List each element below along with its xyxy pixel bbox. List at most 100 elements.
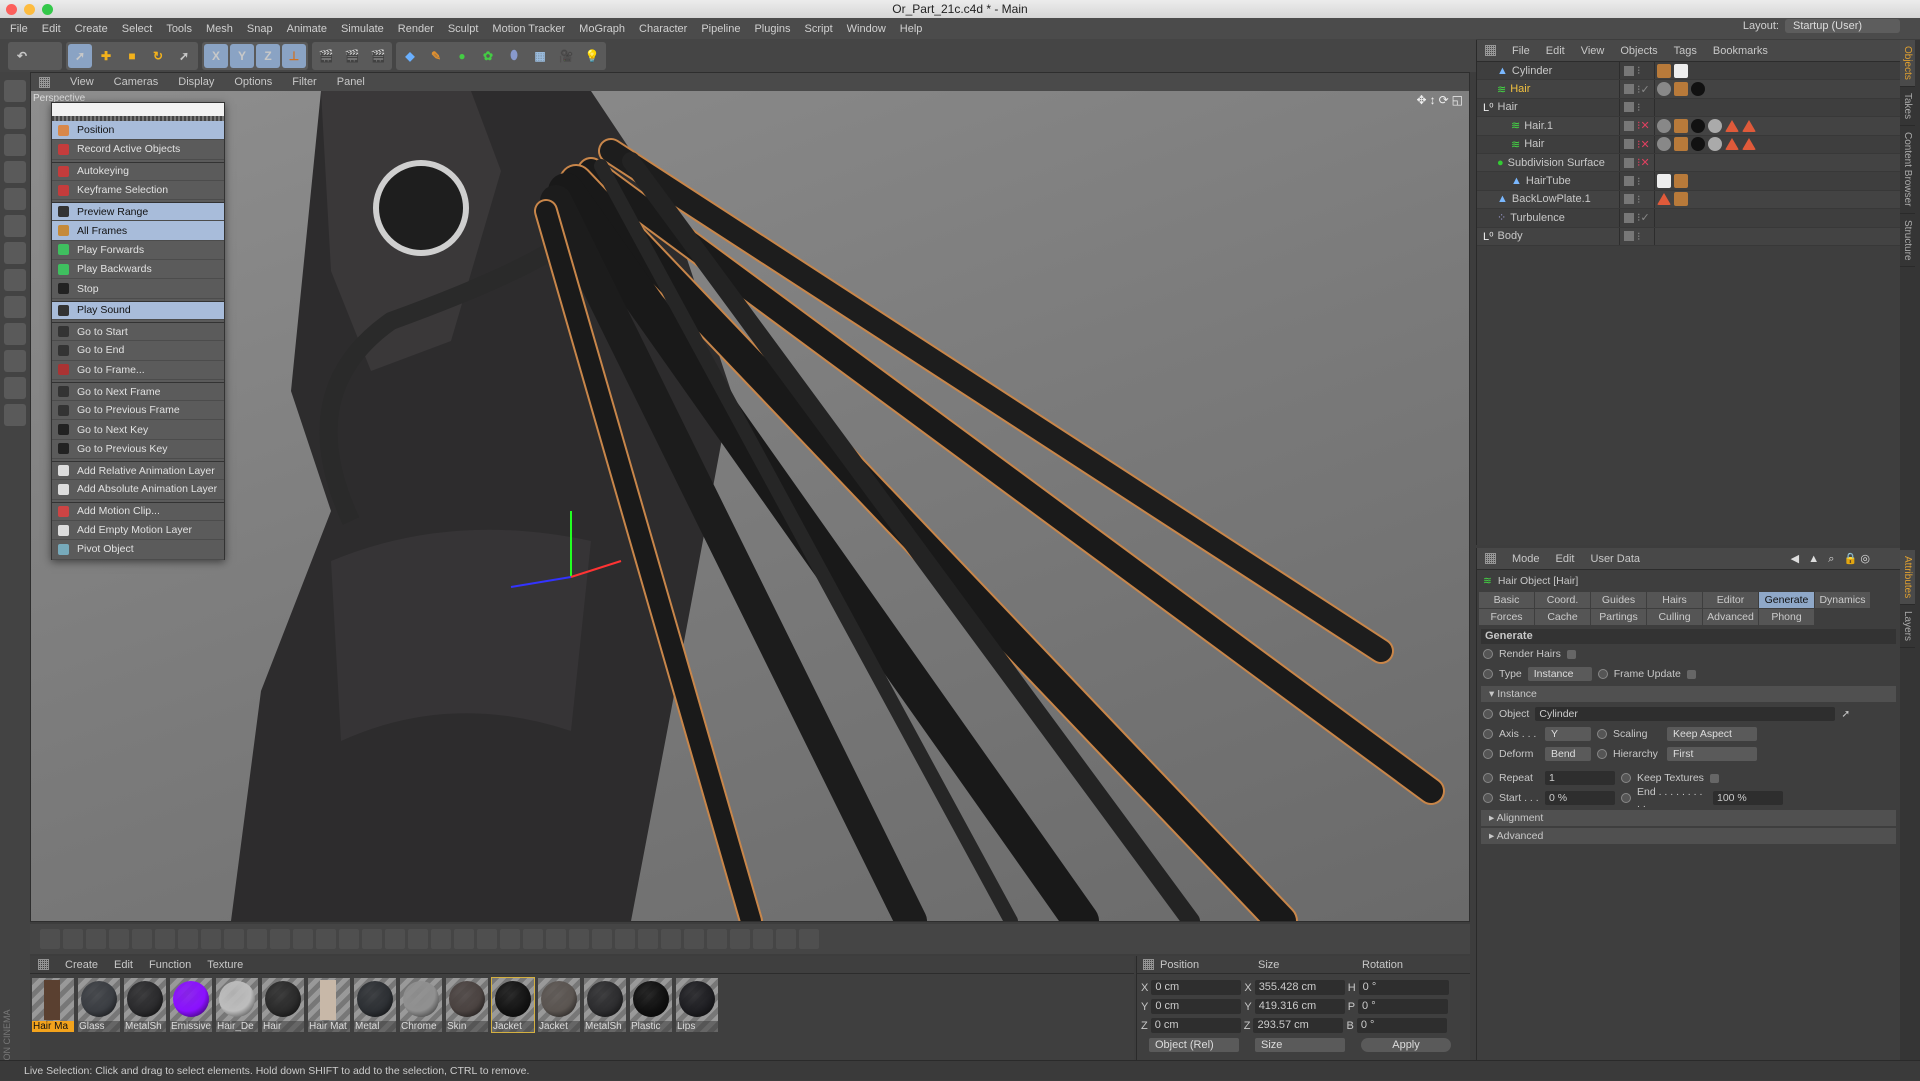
hierarchy-dropdown[interactable]: First: [1667, 747, 1757, 761]
menu-tools[interactable]: Tools: [166, 23, 192, 35]
menu-simulate[interactable]: Simulate: [341, 23, 384, 35]
timeline-tool-icon[interactable]: [362, 929, 382, 949]
menu-mograph[interactable]: MoGraph: [579, 23, 625, 35]
side-tab-layers[interactable]: Layers: [1900, 605, 1915, 649]
palette-title-bar[interactable]: [52, 103, 224, 116]
material-swatch[interactable]: Metal: [354, 978, 396, 1032]
menu-item-autokeying[interactable]: Autokeying: [52, 161, 224, 181]
attributes-menu-mode[interactable]: Mode: [1512, 553, 1540, 565]
timeline-tool-icon[interactable]: [132, 929, 152, 949]
visibility-cell[interactable]: ⁝✕: [1619, 135, 1655, 153]
checker-tag-icon[interactable]: [1657, 174, 1671, 189]
points-mode-icon[interactable]: [4, 188, 26, 210]
material-swatch[interactable]: Jacket: [491, 977, 535, 1033]
timeline-tool-icon[interactable]: [500, 929, 520, 949]
material-swatch[interactable]: Hair Ma: [32, 978, 74, 1032]
scaling-dropdown[interactable]: Keep Aspect: [1667, 727, 1757, 741]
timeline-tool-icon[interactable]: [109, 929, 129, 949]
advanced-group-toggle[interactable]: ▸ Advanced: [1481, 828, 1896, 844]
tab-hairs[interactable]: Hairs: [1647, 592, 1702, 608]
timeline-tool-icon[interactable]: [523, 929, 543, 949]
layout-dropdown[interactable]: Startup (User): [1785, 19, 1900, 33]
position-z-field[interactable]: 0 cm: [1150, 1018, 1241, 1033]
visibility-cell[interactable]: ⁝: [1619, 190, 1655, 209]
timeline-tool-icon[interactable]: [661, 929, 681, 949]
render-view-icon[interactable]: 🎬: [314, 44, 338, 68]
editor-visibility-icon[interactable]: [1624, 231, 1634, 242]
animate-radio[interactable]: [1597, 749, 1607, 759]
animate-radio[interactable]: [1483, 709, 1493, 719]
tab-guides[interactable]: Guides: [1591, 592, 1646, 608]
menu-script[interactable]: Script: [805, 23, 833, 35]
timeline-tool-icon[interactable]: [454, 929, 474, 949]
object-row-body[interactable]: L⁰ Body ⁝: [1477, 227, 1900, 246]
black-material-tag-icon[interactable]: [1691, 137, 1705, 152]
tab-advanced[interactable]: Advanced: [1703, 609, 1758, 625]
triangle-tag-icon[interactable]: [1742, 119, 1756, 132]
menu-item-go-to-previous-key[interactable]: Go to Previous Key: [52, 440, 224, 460]
timeline-tool-icon[interactable]: [40, 929, 60, 949]
phong-tag-icon[interactable]: [1674, 192, 1688, 207]
animate-radio[interactable]: [1483, 669, 1493, 679]
apply-button[interactable]: Apply: [1361, 1037, 1451, 1052]
orbit-icon[interactable]: ⟳: [1439, 93, 1449, 107]
keep-textures-checkbox[interactable]: [1709, 773, 1719, 783]
objects-menu-objects[interactable]: Objects: [1620, 45, 1657, 57]
objects-menu-file[interactable]: File: [1512, 45, 1530, 57]
menu-snap[interactable]: Snap: [247, 23, 273, 35]
tab-basic[interactable]: Basic: [1479, 592, 1534, 608]
close-window-button[interactable]: [6, 4, 17, 15]
timeline-tool-icon[interactable]: [86, 929, 106, 949]
side-tab-objects[interactable]: Objects: [1900, 40, 1915, 87]
triangle-tag-icon[interactable]: [1742, 138, 1756, 151]
render-visibility-icon[interactable]: ⁝✕: [1637, 156, 1650, 169]
hair-mode-icon[interactable]: [4, 404, 26, 426]
side-tab-attributes[interactable]: Attributes: [1900, 550, 1915, 606]
material-swatch[interactable]: Glass: [78, 978, 120, 1032]
cube-icon[interactable]: ◆: [398, 44, 422, 68]
visibility-cell[interactable]: ⁝: [1619, 98, 1655, 117]
3d-viewport[interactable]: Perspective ✥ ↕ ⟳ ◱: [31, 91, 1469, 921]
gray-material-tag-icon[interactable]: [1708, 137, 1722, 152]
menu-item-play-sound[interactable]: Play Sound: [52, 300, 224, 320]
menu-item-record-active-objects[interactable]: Record Active Objects: [52, 140, 224, 160]
visibility-cell[interactable]: ⁝: [1619, 227, 1655, 245]
menu-item-play-forwards[interactable]: Play Forwards: [52, 241, 224, 261]
phong-tag-icon[interactable]: [1674, 118, 1688, 133]
menu-item-add-motion-clip[interactable]: Add Motion Clip...: [52, 501, 224, 521]
timeline-tool-icon[interactable]: [684, 929, 704, 949]
viewport-menu-options[interactable]: Options: [234, 76, 272, 88]
timeline-tool-icon[interactable]: [615, 929, 635, 949]
menu-item-add-empty-motion-layer[interactable]: Add Empty Motion Layer: [52, 521, 224, 541]
attributes-menu-edit[interactable]: Edit: [1556, 553, 1575, 565]
material-swatch[interactable]: Skin: [446, 978, 488, 1032]
animate-radio[interactable]: [1621, 793, 1631, 803]
triangle-tag-icon[interactable]: [1725, 138, 1739, 151]
maximize-view-icon[interactable]: ◱: [1452, 93, 1463, 107]
object-row-backlowplate-1[interactable]: ▲ BackLowPlate.1 ⁝: [1477, 190, 1900, 210]
timeline-tool-icon[interactable]: [546, 929, 566, 949]
tab-culling[interactable]: Culling: [1647, 609, 1702, 625]
object-row-hair[interactable]: L⁰ Hair ⁝: [1477, 98, 1900, 118]
triangle-tag-icon[interactable]: [1725, 119, 1739, 132]
visibility-cell[interactable]: ⁝✕: [1619, 117, 1655, 135]
objects-menu-tags[interactable]: Tags: [1674, 45, 1697, 57]
axis-x-lock-button[interactable]: X: [204, 43, 228, 68]
material-swatch[interactable]: MetalSh: [584, 978, 626, 1032]
timeline-tool-icon[interactable]: [730, 929, 750, 949]
position-x-field[interactable]: 0 cm: [1151, 980, 1242, 995]
menu-window[interactable]: Window: [847, 23, 886, 35]
animate-radio[interactable]: [1621, 773, 1631, 783]
rotation-b-field[interactable]: 0 °: [1356, 1018, 1447, 1033]
render-settings-icon[interactable]: 🎬: [366, 44, 390, 68]
render-hairs-checkbox[interactable]: [1566, 649, 1576, 659]
viewport-menu-filter[interactable]: Filter: [292, 76, 316, 88]
timeline-tool-icon[interactable]: [155, 929, 175, 949]
object-row-turbulence[interactable]: ⁘ Turbulence ⁝✓: [1477, 209, 1900, 228]
animate-radio[interactable]: [1597, 729, 1607, 739]
gray-material-tag-icon[interactable]: [1708, 118, 1722, 133]
visibility-cell[interactable]: ⁝✕: [1619, 153, 1655, 172]
render-visibility-icon[interactable]: ⁝✕: [1637, 119, 1650, 132]
timeline-tool-icon[interactable]: [753, 929, 773, 949]
tab-editor[interactable]: Editor: [1703, 592, 1758, 608]
